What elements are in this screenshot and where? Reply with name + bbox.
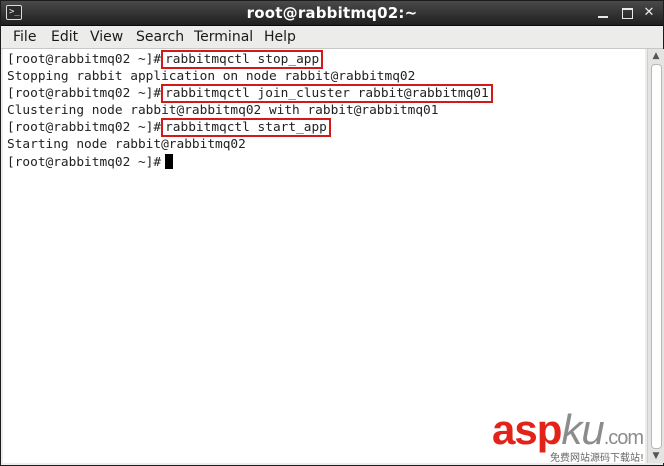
menu-edit[interactable]: Edit — [51, 29, 78, 45]
minimize-icon — [598, 16, 608, 18]
menu-bar: File Edit View Search Terminal Help — [1, 26, 663, 49]
highlighted-command: rabbitmqctl stop_app — [161, 50, 324, 69]
command-line: [root@rabbitmq02 ~]# rabbitmqctl join_clu… — [7, 84, 493, 103]
terminal-output[interactable]: [root@rabbitmq02 ~]# rabbitmqctl stop_app… — [3, 49, 645, 463]
watermark-subtitle: 免费网站源码下载站! — [550, 453, 645, 464]
title-bar[interactable]: >_ root@rabbitmq02:~ ✕ — [1, 1, 663, 26]
terminal-window: >_ root@rabbitmq02:~ ✕ File Edit View Se… — [0, 0, 664, 466]
highlighted-command: rabbitmqctl join_cluster rabbit@rabbitmq… — [161, 84, 493, 103]
menu-view[interactable]: View — [90, 29, 123, 45]
menu-file[interactable]: File — [13, 29, 36, 45]
output-line: Clustering node rabbit@rabbitmq02 with r… — [7, 103, 439, 118]
maximize-button[interactable] — [619, 5, 635, 21]
menu-help[interactable]: Help — [264, 29, 296, 45]
prompt: [root@rabbitmq02 ~]# — [7, 120, 162, 135]
scroll-up-arrow-icon[interactable]: ▲ — [648, 49, 664, 63]
maximize-icon — [622, 8, 633, 19]
prompt: [root@rabbitmq02 ~]# — [7, 86, 162, 101]
highlighted-command: rabbitmqctl start_app — [161, 118, 331, 137]
output-line: Stopping rabbit application on node rabb… — [7, 69, 416, 84]
close-icon: ✕ — [643, 5, 655, 20]
close-button[interactable]: ✕ — [641, 5, 657, 21]
window-title: root@rabbitmq02:~ — [246, 4, 418, 22]
scrollbar-thumb[interactable] — [651, 64, 662, 449]
prompt: [root@rabbitmq02 ~]# — [7, 155, 162, 170]
menu-terminal[interactable]: Terminal — [194, 29, 253, 45]
text-cursor — [165, 154, 174, 169]
minimize-button[interactable] — [595, 5, 611, 21]
command-line: [root@rabbitmq02 ~]# rabbitmqctl stop_app — [7, 50, 324, 69]
aspku-watermark: aspku.com 免费网站源码下载站! — [492, 408, 660, 465]
active-prompt-line[interactable]: [root@rabbitmq02 ~]# — [7, 154, 174, 171]
prompt: [root@rabbitmq02 ~]# — [7, 52, 162, 67]
command-line: [root@rabbitmq02 ~]# rabbitmqctl start_ap… — [7, 118, 331, 137]
menu-search[interactable]: Search — [136, 29, 184, 45]
output-line: Starting node rabbit@rabbitmq02 — [7, 137, 246, 152]
vertical-scrollbar[interactable]: ▲ ▼ — [647, 49, 664, 463]
